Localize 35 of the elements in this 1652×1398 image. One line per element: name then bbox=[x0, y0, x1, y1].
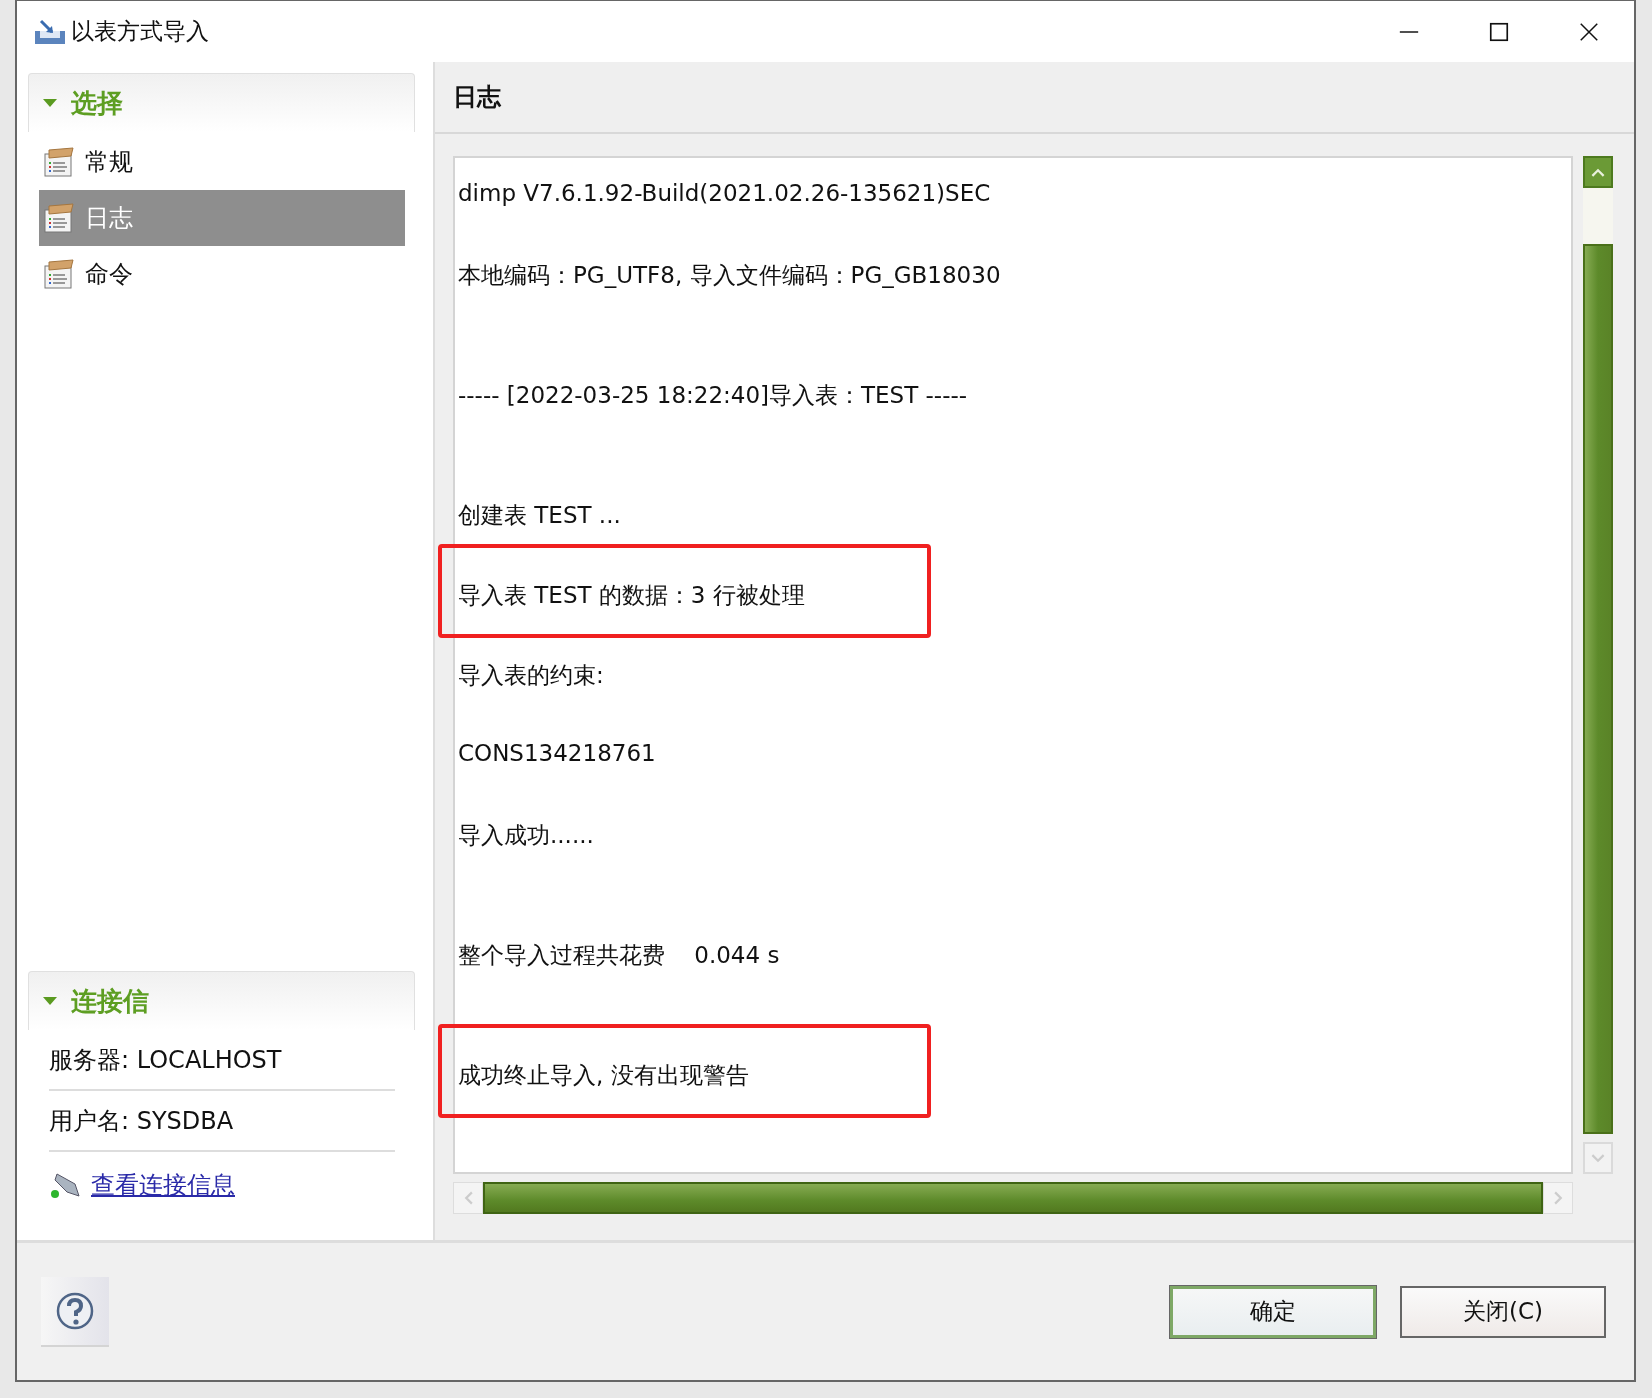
scrollbar-thumb[interactable] bbox=[1583, 244, 1613, 1134]
notepad-icon bbox=[43, 258, 75, 290]
import-icon bbox=[33, 18, 67, 45]
maximize-icon[interactable] bbox=[1488, 20, 1510, 43]
connection-info-text: 服务器: LOCALHOST bbox=[49, 1044, 282, 1076]
scroll-right-button[interactable] bbox=[1543, 1182, 1573, 1214]
scroll-down-button[interactable] bbox=[1583, 1142, 1613, 1174]
help-button[interactable] bbox=[41, 1276, 109, 1347]
collapse-arrow-icon bbox=[43, 99, 57, 107]
log-line: 本地编码：PG_UTF8, 导入文件编码：PG_GB18030 bbox=[458, 261, 1001, 290]
connection-link[interactable]: 查看连接信息 bbox=[91, 1169, 235, 1201]
log-line: 整个导入过程共花费 0.044 s bbox=[458, 941, 780, 970]
scrollbar-thumb[interactable] bbox=[483, 1182, 1543, 1214]
scroll-up-button[interactable] bbox=[1583, 156, 1613, 188]
log-line: CONS134218761 bbox=[458, 740, 656, 766]
notepad-icon bbox=[43, 202, 75, 234]
dialog-button[interactable]: 确定 bbox=[1170, 1285, 1376, 1338]
log-line: 导入成功...... bbox=[458, 821, 594, 850]
log-line: 导入表的约束: bbox=[458, 661, 604, 690]
panel-title: 日志 bbox=[453, 82, 501, 113]
help-icon bbox=[55, 1290, 95, 1331]
log-line: dimp V7.6.1.92-Build(2021.02.26-135621)SEC bbox=[458, 180, 991, 206]
log-line: ----- [2022-03-25 18:22:40]导入表：TEST ----- bbox=[458, 381, 968, 410]
log-line: 创建表 TEST ... bbox=[458, 501, 621, 530]
notepad-icon bbox=[43, 146, 75, 178]
log-line: 导入表 TEST 的数据：3 行被处理 bbox=[458, 581, 805, 610]
close-icon[interactable] bbox=[1578, 20, 1600, 43]
nav-item[interactable]: 常规 bbox=[39, 134, 405, 190]
dialog-button[interactable]: 关闭(C) bbox=[1400, 1285, 1606, 1338]
window-title: 以表方式导入 bbox=[71, 17, 209, 46]
log-line: 成功终止导入, 没有出现警告 bbox=[458, 1061, 749, 1090]
scroll-left-button[interactable] bbox=[453, 1182, 483, 1214]
nav-item[interactable]: 命令 bbox=[39, 246, 405, 302]
connection-info-text: 用户名: SYSDBA bbox=[49, 1105, 234, 1137]
collapse-arrow-icon bbox=[43, 997, 57, 1005]
